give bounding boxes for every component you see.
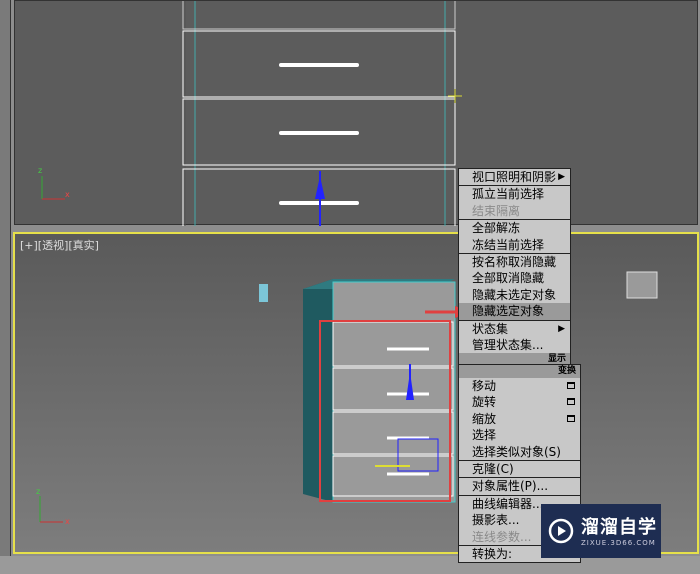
menu-item-isolate[interactable]: 孤立当前选择 xyxy=(459,185,570,202)
menu-item-freeze-selection[interactable]: 冻结当前选择 xyxy=(459,237,570,253)
settings-box-icon[interactable] xyxy=(567,414,575,422)
menu-item-state-sets[interactable]: 状态集 ▶ xyxy=(459,319,570,337)
menu-item-move[interactable]: 移动 xyxy=(459,378,580,394)
svg-text:z: z xyxy=(36,487,40,496)
submenu-arrow-icon: ▶ xyxy=(558,172,565,182)
status-strip xyxy=(0,556,700,574)
submenu-arrow-icon: ▶ xyxy=(558,323,565,334)
menu-item-unhide-all[interactable]: 全部取消隐藏 xyxy=(459,270,570,286)
menu-item-object-properties[interactable]: 对象属性(P)... xyxy=(459,477,580,494)
menu-item-clone[interactable]: 克隆(C) xyxy=(459,459,580,477)
menu-label: 视口照明和阴影 xyxy=(472,170,557,184)
menu-item-select[interactable]: 选择 xyxy=(459,427,580,443)
menu-item-scale[interactable]: 缩放 xyxy=(459,411,580,427)
settings-box-icon[interactable] xyxy=(567,398,575,406)
menu-item-manage-state-sets[interactable]: 管理状态集... xyxy=(459,337,570,353)
menu-label: 缩放 xyxy=(472,411,497,426)
menu-item-hide-selection[interactable]: 隐藏选定对象 xyxy=(459,303,570,320)
menu-item-rotate[interactable]: 旋转 xyxy=(459,394,580,410)
svg-text:z: z xyxy=(38,166,42,175)
menu-item-unfreeze-all[interactable]: 全部解冻 xyxy=(459,219,570,236)
menu-item-end-isolate: 结束隔离 xyxy=(472,203,521,218)
menu-item-unhide-by-name[interactable]: 按名称取消隐藏 xyxy=(459,252,570,270)
svg-text:x: x xyxy=(65,517,70,526)
svg-text:x: x xyxy=(65,190,70,199)
top-view-scene: zx xyxy=(38,1,462,226)
menu-item-hide-unselected[interactable]: 隐藏未选定对象 xyxy=(459,287,570,303)
watermark-url: ZIXUE.3D66.COM xyxy=(581,539,656,547)
menu-label: 状态集 xyxy=(472,321,509,336)
menu-item-select-similar[interactable]: 选择类似对象(S) xyxy=(459,444,580,460)
context-menu-display: 视口照明和阴影 ▶ 孤立当前选择 结束隔离 全部解冻 冻结当前选择 按名称取消隐藏… xyxy=(458,168,571,368)
top-viewport[interactable]: zx xyxy=(14,0,698,226)
watermark-title: 溜溜自学 xyxy=(581,517,657,538)
menu-label: 旋转 xyxy=(472,395,497,410)
settings-box-icon[interactable] xyxy=(567,382,575,389)
menu-label: 移动 xyxy=(472,379,497,393)
menu-section-header-transform: 变换 xyxy=(459,365,580,378)
play-logo-icon xyxy=(548,518,574,544)
left-panel-strip xyxy=(0,0,11,574)
menu-item-viewport-lighting[interactable]: 视口照明和阴影 ▶ xyxy=(459,169,570,185)
watermark-logo: 溜溜自学 ZIXUE.3D66.COM xyxy=(541,504,661,558)
